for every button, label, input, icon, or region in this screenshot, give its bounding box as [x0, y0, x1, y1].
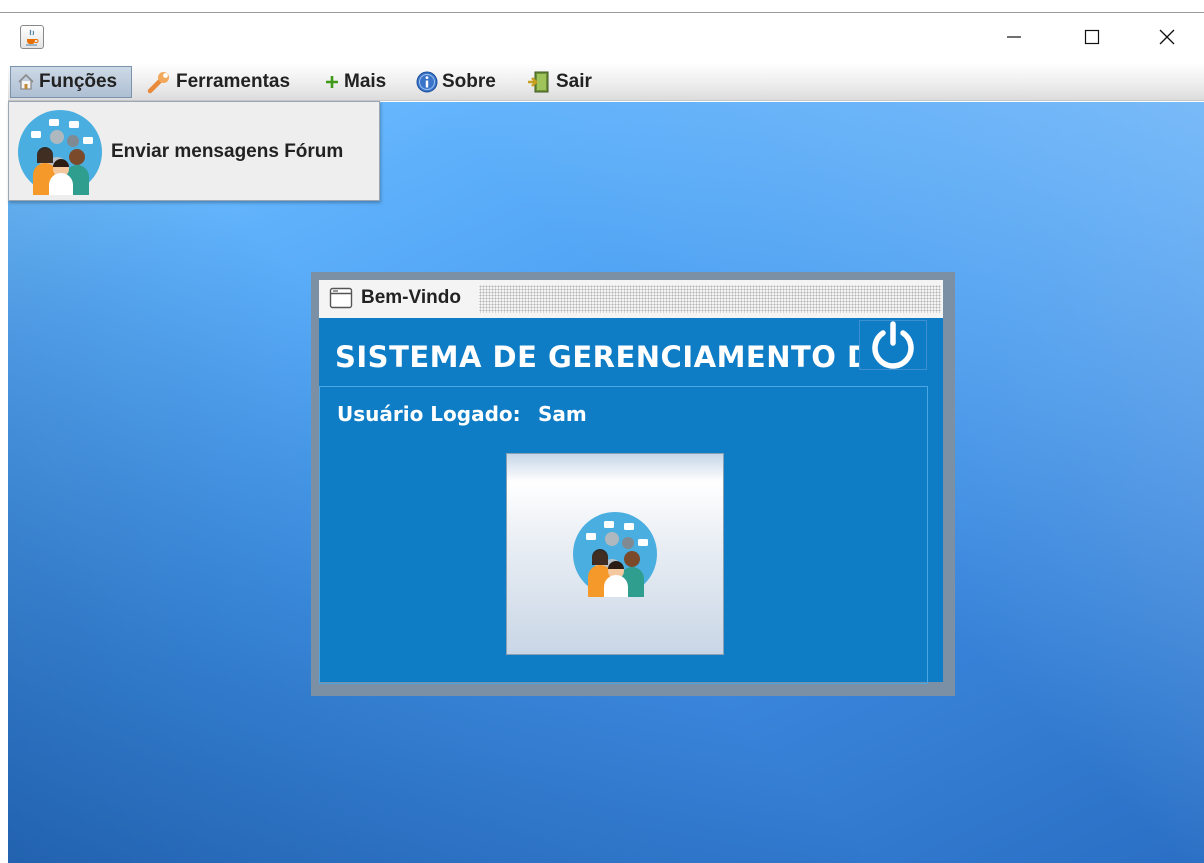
close-icon [1159, 29, 1175, 45]
menu-mais[interactable]: Mais [318, 66, 392, 98]
plus-icon [326, 76, 338, 88]
menu-mais-label: Mais [344, 71, 387, 92]
close-button[interactable] [1145, 21, 1189, 53]
funcoes-dropdown: Enviar mensagens Fórum [8, 101, 380, 201]
minimize-icon [1007, 36, 1021, 38]
system-heading: SISTEMA DE GERENCIAMENTO DE: [335, 340, 905, 374]
menu-ferramentas[interactable]: Ferramentas [140, 66, 296, 98]
menu-ferramentas-label: Ferramentas [176, 71, 291, 92]
power-icon [872, 321, 914, 369]
menu-funcoes[interactable]: Funções [10, 66, 132, 98]
menu-bar: Funções Ferramentas Mais Sobre Sair [8, 63, 1204, 101]
bem-vindo-title: Bem-Vindo [361, 287, 461, 308]
menu-sair-label: Sair [556, 71, 592, 92]
title-bar-grip[interactable] [479, 285, 941, 313]
minimize-button[interactable] [992, 21, 1036, 53]
menu-funcoes-label: Funções [39, 71, 118, 92]
menu-item-enviar-mensagens-forum[interactable]: Enviar mensagens Fórum [17, 108, 373, 196]
forum-people-icon [573, 512, 657, 597]
java-coffee-icon[interactable] [20, 25, 44, 49]
wrench-icon [147, 72, 169, 94]
logged-user-label: Usuário Logado: [337, 402, 521, 426]
user-panel: Usuário Logado: Sam [319, 386, 928, 684]
menu-sobre-label: Sobre [442, 71, 496, 92]
menu-sobre[interactable]: Sobre [410, 66, 502, 98]
menu-item-enviar-mensagens-forum-label: Enviar mensagens Fórum [111, 141, 344, 162]
maximize-icon [1084, 29, 1100, 45]
exit-door-icon [528, 71, 549, 93]
bem-vindo-body: SISTEMA DE GERENCIAMENTO DE: Usuário Log… [319, 318, 943, 684]
forum-people-icon [18, 110, 102, 195]
bem-vindo-title-bar[interactable]: Bem-Vindo [319, 280, 943, 318]
frame-window-icon [329, 287, 353, 309]
background-window-title [10, 0, 260, 5]
maximize-button[interactable] [1070, 21, 1114, 53]
info-icon [416, 71, 438, 93]
bem-vindo-frame: Bem-Vindo SISTEMA DE GERENCIAMENTO DE: U… [311, 272, 955, 696]
logged-user-name: Sam [538, 402, 587, 426]
home-icon [18, 73, 34, 90]
background-window-edge [0, 0, 1204, 14]
logout-power-button[interactable] [859, 320, 927, 370]
title-bar[interactable] [8, 13, 1204, 63]
user-avatar [506, 453, 724, 655]
main-window: Funções Ferramentas Mais Sobre Sair Envi… [8, 13, 1204, 863]
menu-sair[interactable]: Sair [520, 66, 598, 98]
